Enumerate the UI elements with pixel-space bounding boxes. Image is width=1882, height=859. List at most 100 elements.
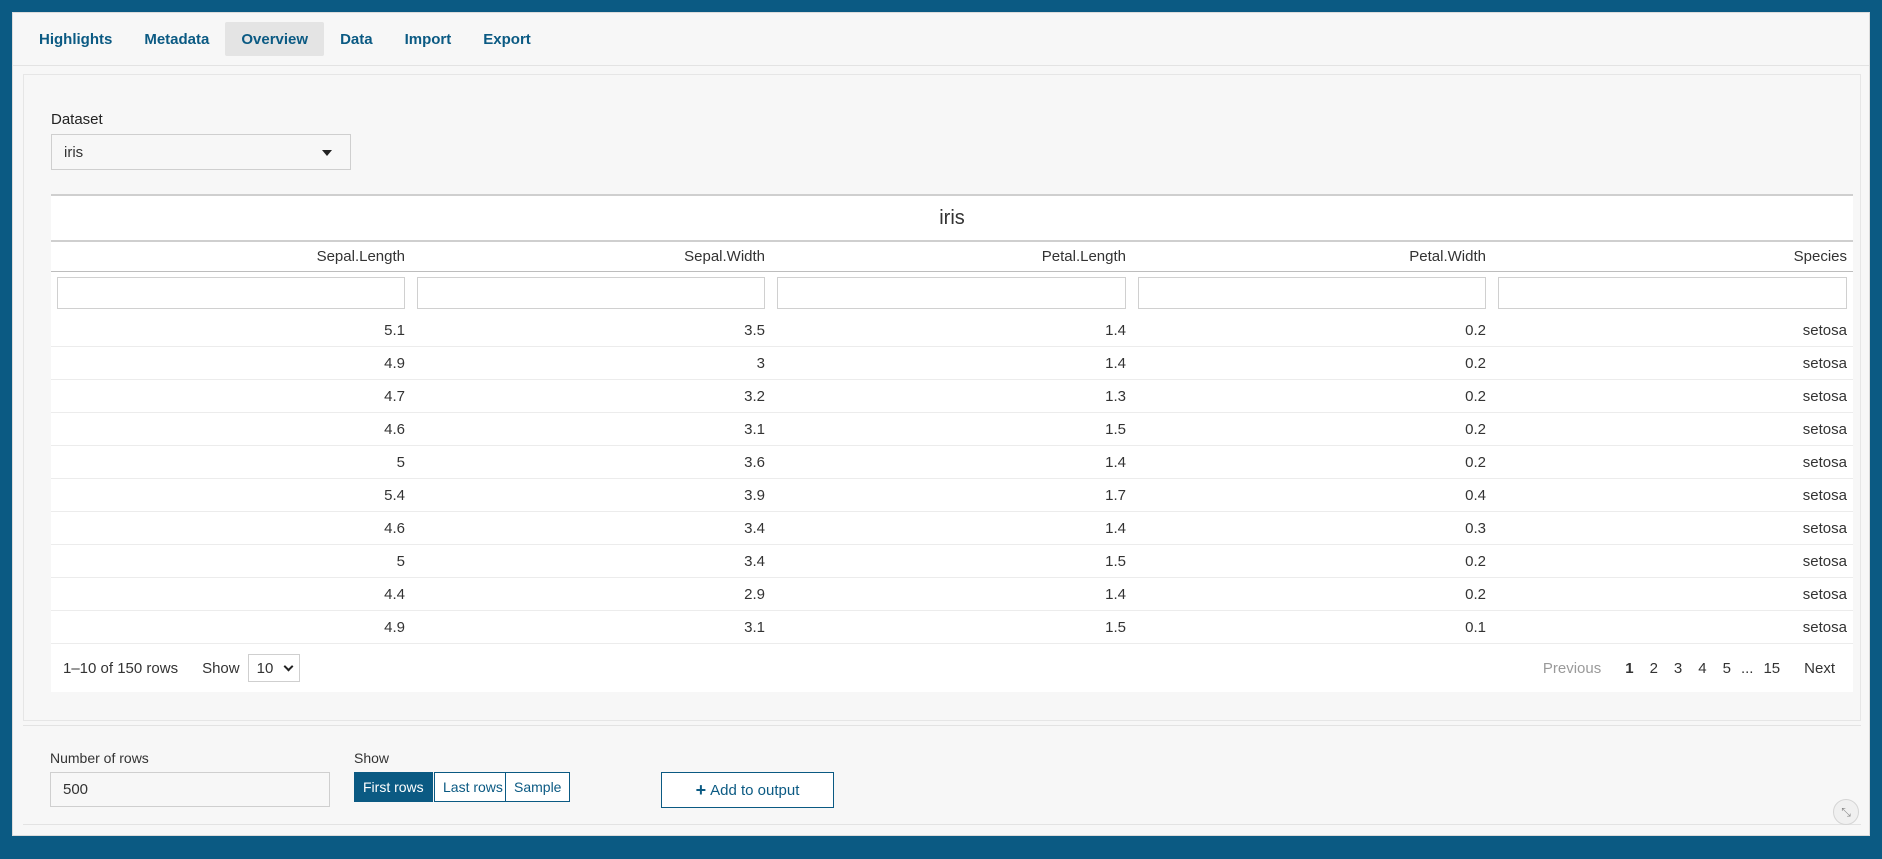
table-cell: 4.6 [384,421,405,438]
number-of-rows-label: Number of rows [50,750,149,766]
plus-icon: + [695,779,707,800]
filter-input-sepal-width[interactable] [417,277,765,309]
filter-cell [1132,272,1492,314]
filter-input-petal-width[interactable] [1138,277,1486,309]
table-cell: 1.4 [1105,322,1126,339]
filter-row [51,272,1853,314]
table-cell: 4.6 [384,520,405,537]
column-header[interactable]: Petal.Length [771,242,1132,272]
page-size-select[interactable]: 10 [247,654,300,682]
page-button[interactable]: 15 [1755,660,1788,677]
tab-overview[interactable]: Overview [225,22,325,56]
last-rows-button[interactable]: Last rows [434,772,512,802]
filter-input-petal-length[interactable] [777,277,1126,309]
table-cell: 1.4 [1105,586,1126,603]
table-cell: 1.4 [1105,355,1126,372]
column-header[interactable]: Sepal.Width [411,242,771,272]
first-rows-button[interactable]: First rows [354,772,433,802]
show-mode-label: Show [354,750,390,766]
filter-input-sepal-length[interactable] [57,277,405,309]
table-cell: 1.5 [1105,619,1126,636]
filter-cell [51,272,411,314]
table-cell: 0.4 [1465,487,1486,504]
table-cell: 5.1 [384,322,405,339]
table-row: 5.1 3.5 1.4 0.2 setosa [51,314,1853,347]
table-row: 4.6 3.4 1.4 0.3 setosa [51,512,1853,545]
table-row: 4.9 3 1.4 0.2 setosa [51,347,1853,380]
table-row: 5 3.4 1.5 0.2 setosa [51,545,1853,578]
table-row: 4.4 2.9 1.4 0.2 setosa [51,578,1853,611]
table-row: 5.4 3.9 1.7 0.4 setosa [51,479,1853,512]
column-header[interactable]: Sepal.Length [51,242,411,272]
tab-import[interactable]: Import [389,22,468,56]
overview-panel: Dataset iris iris Sepal.Length Sepal.Wid… [23,74,1861,721]
table-cell: setosa [1802,553,1847,570]
dataset-label: Dataset [51,111,103,128]
table-cell: 0.2 [1465,322,1486,339]
table-cell: 3.4 [744,520,765,537]
table-cell: 3.6 [744,454,765,471]
filter-cell [411,272,771,314]
table-cell: 0.1 [1465,619,1486,636]
number-of-rows-input[interactable]: 500 [50,772,330,807]
table-cell: 4.4 [384,586,405,603]
filter-cell [771,272,1132,314]
page-button[interactable]: 4 [1690,660,1714,677]
table-cell: 3 [756,355,765,372]
page-button[interactable]: 3 [1666,660,1690,677]
chevron-down-icon [283,661,294,672]
table-cell: 0.2 [1465,553,1486,570]
table-body: 5.1 3.5 1.4 0.2 setosa 4.9 3 1.4 0.2 setosa 4.7 3.2… [51,314,1853,644]
dataset-select[interactable]: iris [51,134,351,170]
previous-page-button[interactable]: Previous [1535,660,1609,677]
table-cell: 4.9 [384,619,405,636]
table-cell: 1.7 [1105,487,1126,504]
table-cell: 1.3 [1105,388,1126,405]
page-button[interactable]: 1 [1617,660,1641,677]
page-button[interactable]: 5 [1715,660,1739,677]
table-row: 5 3.6 1.4 0.2 setosa [51,446,1853,479]
table-cell: 5.4 [384,487,405,504]
resize-icon[interactable]: ⤡ [1833,799,1859,825]
table-cell: 4.9 [384,355,405,372]
table-cell: 0.2 [1465,355,1486,372]
table-cell: 0.3 [1465,520,1486,537]
show-label: Show [202,659,240,677]
table-cell: setosa [1802,355,1847,372]
app-window: Highlights Metadata Overview Data Import… [12,12,1870,836]
table-footer: 1–10 of 150 rows Show 10 Previous 1 2 3 … [51,644,1853,692]
table-row: 4.9 3.1 1.5 0.1 setosa [51,611,1853,644]
next-page-button[interactable]: Next [1796,660,1843,677]
tab-data[interactable]: Data [324,22,389,56]
table-row: 4.7 3.2 1.3 0.2 setosa [51,380,1853,413]
column-header[interactable]: Species [1492,242,1853,272]
table-cell: setosa [1802,619,1847,636]
table-cell: 1.4 [1105,454,1126,471]
tab-highlights[interactable]: Highlights [23,22,128,56]
table-cell: setosa [1802,586,1847,603]
filter-cell [1492,272,1853,314]
page-button[interactable]: 2 [1642,660,1666,677]
column-header[interactable]: Petal.Width [1132,242,1492,272]
table-cell: setosa [1802,454,1847,471]
tab-export[interactable]: Export [467,22,547,56]
table-title: iris [51,194,1853,242]
tab-metadata[interactable]: Metadata [128,22,225,56]
table-row: 4.6 3.1 1.5 0.2 setosa [51,413,1853,446]
table-cell: 3.5 [744,322,765,339]
add-to-output-button[interactable]: + Add to output [661,772,834,808]
table-cell: setosa [1802,487,1847,504]
rows-info: 1–10 of 150 rows [63,659,179,677]
table-cell: 3.4 [744,553,765,570]
data-table: iris Sepal.Length Sepal.Width Petal.Leng… [51,194,1853,692]
pager-ellipsis: ... [1740,659,1754,677]
table-cell: setosa [1802,388,1847,405]
table-cell: 1.4 [1105,520,1126,537]
filter-input-species[interactable] [1498,277,1847,309]
sample-button[interactable]: Sample [505,772,571,802]
caret-down-icon [322,150,332,156]
table-cell: 5 [396,553,405,570]
table-cell: 1.5 [1105,553,1126,570]
table-cell: 4.7 [384,388,405,405]
table-cell: 0.2 [1465,586,1486,603]
